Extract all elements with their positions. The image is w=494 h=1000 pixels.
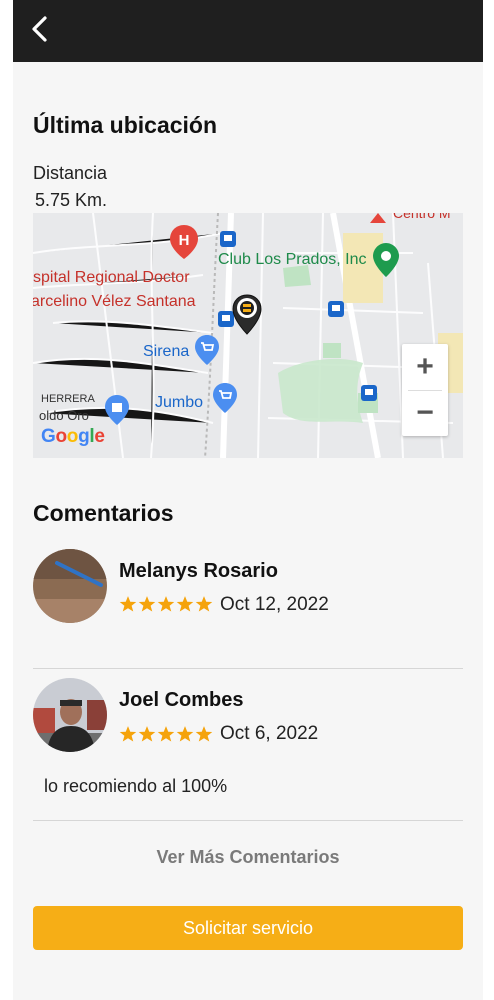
avatar: [33, 678, 107, 752]
reviewer-name: Melanys Rosario: [119, 560, 278, 582]
comments-title: Comentarios: [33, 500, 174, 526]
distance-label: Distancia: [33, 163, 108, 183]
avatar-photo: [33, 549, 107, 623]
star-icon: [119, 726, 137, 742]
svg-text:H: H: [179, 232, 190, 249]
star-icon: [157, 726, 175, 742]
map-label-jumbo: Jumbo: [155, 394, 204, 411]
map-label-herrera: HERRERA: [41, 393, 95, 405]
hospital-pin-icon: H: [170, 225, 198, 259]
top-bar: [13, 0, 483, 62]
bus-stop-icon: [220, 231, 236, 247]
location-marker-icon: [232, 294, 262, 335]
back-button[interactable]: [27, 12, 57, 46]
zoom-controls: + −: [402, 344, 448, 436]
map-view[interactable]: H spital Regional Doctor arcelino Vélez …: [33, 213, 463, 458]
star-rating: [119, 595, 213, 613]
zoom-in-button[interactable]: +: [402, 344, 448, 390]
bus-stop-icon: [328, 301, 344, 317]
star-icon: [176, 596, 194, 612]
chevron-left-icon: [32, 16, 47, 42]
review-date: Oct 6, 2022: [220, 723, 319, 744]
map-label-oro: oldo Oro: [39, 408, 89, 423]
zoom-out-button[interactable]: −: [402, 390, 448, 436]
shopping-cart-pin-icon: [195, 335, 219, 365]
star-icon: [119, 596, 137, 612]
star-icon: [138, 596, 156, 612]
star-icon: [176, 726, 194, 742]
shopping-cart-pin-icon: [213, 383, 237, 413]
star-icon: [138, 726, 156, 742]
map-label-hospital: spital Regional Doctor: [33, 269, 190, 286]
map-label-sirena: Sirena: [143, 343, 190, 360]
review-text: lo recomiendo al 100%: [44, 776, 228, 796]
avatar-photo: [33, 678, 107, 752]
distance-value: 5.75 Km.: [35, 190, 108, 210]
divider: [33, 668, 463, 669]
bus-stop-icon: [361, 385, 377, 401]
star-icon: [195, 726, 213, 742]
google-logo: Google: [41, 426, 105, 447]
avatar: [33, 549, 107, 623]
divider: [33, 820, 463, 821]
last-location-title: Última ubicación: [33, 112, 218, 138]
request-service-button[interactable]: Solicitar servicio: [33, 906, 463, 950]
club-pin-icon: [373, 243, 399, 277]
map-label-hospital-2: arcelino Vélez Santana: [33, 293, 196, 310]
screen: Última ubicación Distancia 5.75 Km. H sp…: [13, 0, 483, 1000]
more-comments-link[interactable]: Ver Más Comentarios: [33, 847, 463, 868]
reviewer-name: Joel Combes: [119, 689, 244, 711]
map-label-centro: Centro M: [393, 213, 451, 221]
star-icon: [195, 596, 213, 612]
review-date: Oct 12, 2022: [220, 594, 329, 615]
map-label-club: Club Los Prados, Inc: [218, 251, 367, 268]
star-icon: [157, 596, 175, 612]
shopping-bag-pin-icon: [105, 395, 129, 425]
star-rating: [119, 725, 213, 743]
